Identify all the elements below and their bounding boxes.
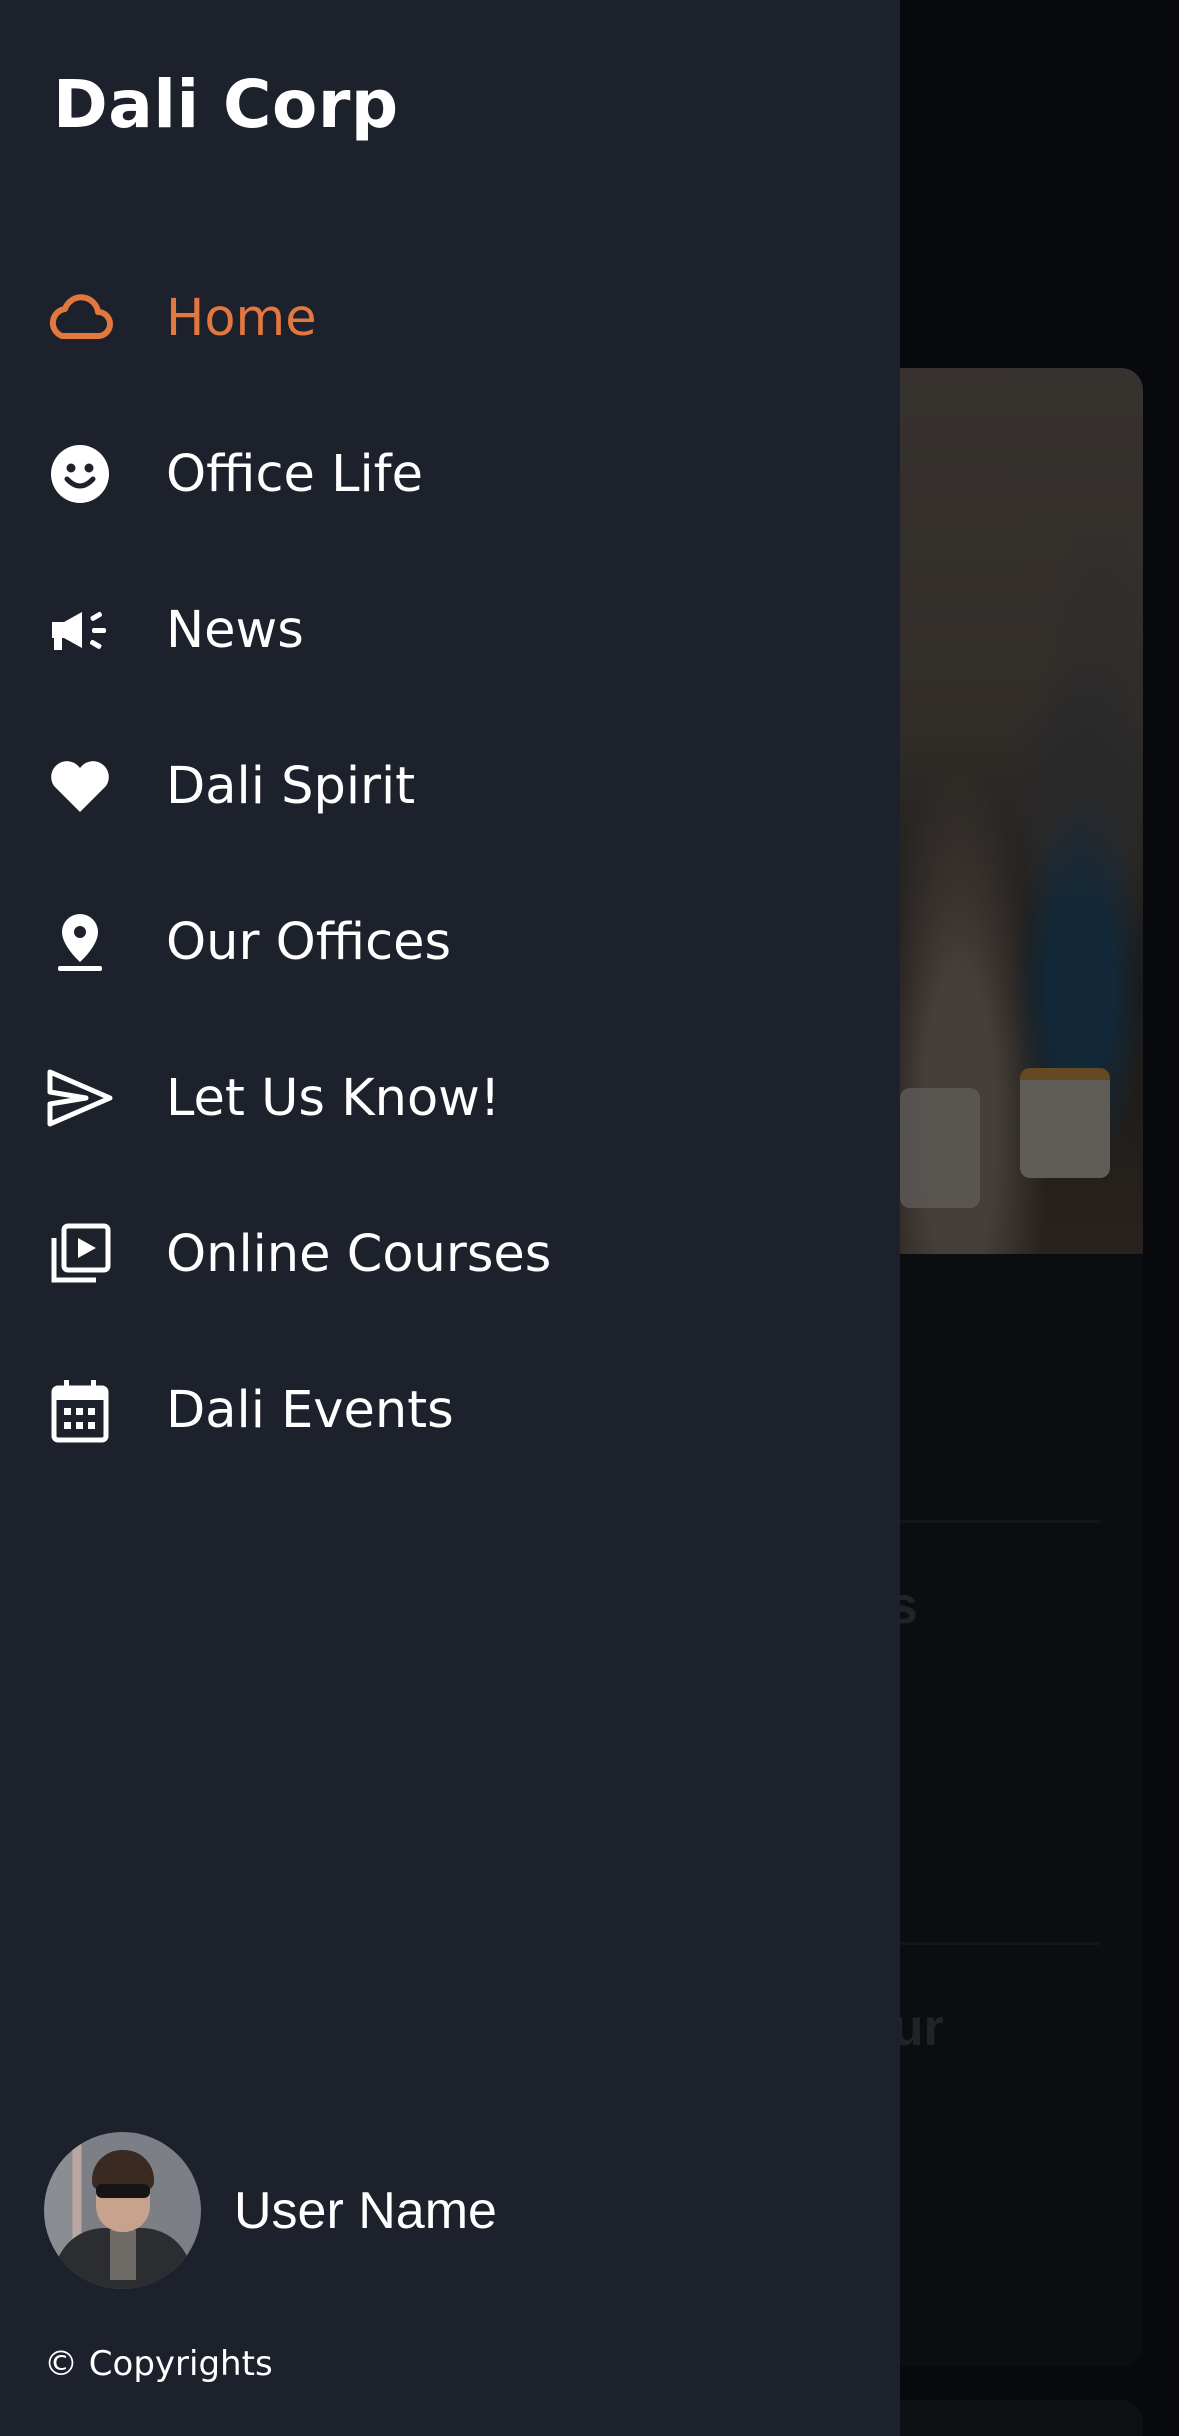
drawer-menu: Home Office Life News Dali Spirit Our Of: [0, 240, 900, 1488]
menu-item-label: Home: [166, 288, 317, 348]
brand-title: Dali Corp: [53, 66, 399, 143]
menu-item-label: Dali Events: [166, 1380, 454, 1440]
user-name: User Name: [234, 2181, 497, 2240]
megaphone-icon: [44, 594, 116, 666]
menu-item-home[interactable]: Home: [0, 240, 900, 396]
menu-item-news[interactable]: News: [0, 552, 900, 708]
menu-item-label: Let Us Know!: [166, 1068, 501, 1128]
menu-item-label: News: [166, 600, 304, 660]
calendar-icon: [44, 1374, 116, 1446]
navigation-drawer: Dali Corp Home Office Life News Dali Spi…: [0, 0, 900, 2436]
menu-item-label: Online Courses: [166, 1224, 552, 1284]
menu-item-office-life[interactable]: Office Life: [0, 396, 900, 552]
smile-icon: [44, 438, 116, 510]
menu-item-our-offices[interactable]: Our Offices: [0, 864, 900, 1020]
copyright-text: © Copyrights: [44, 2344, 273, 2384]
menu-item-dali-events[interactable]: Dali Events: [0, 1332, 900, 1488]
menu-item-label: Office Life: [166, 444, 423, 504]
menu-item-online-courses[interactable]: Online Courses: [0, 1176, 900, 1332]
cloud-icon: [44, 282, 116, 354]
menu-item-dali-spirit[interactable]: Dali Spirit: [0, 708, 900, 864]
heart-icon: [44, 750, 116, 822]
avatar: [44, 2132, 201, 2289]
menu-item-label: Our Offices: [166, 912, 452, 972]
user-profile[interactable]: User Name: [44, 2132, 497, 2289]
video-library-icon: [44, 1218, 116, 1290]
menu-item-label: Dali Spirit: [166, 756, 416, 816]
map-pin-icon: [44, 906, 116, 978]
send-icon: [44, 1062, 116, 1134]
menu-item-let-us-know[interactable]: Let Us Know!: [0, 1020, 900, 1176]
